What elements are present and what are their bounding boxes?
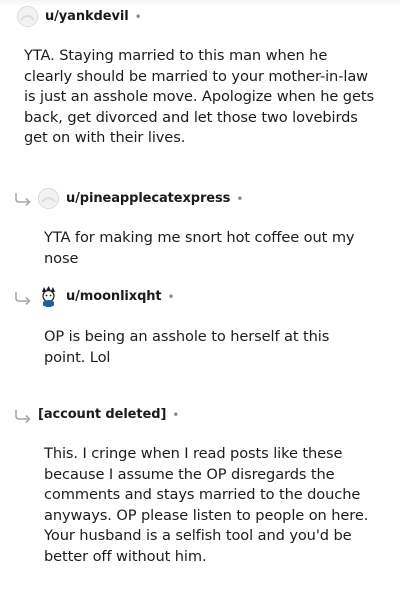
reply-arrow-icon [15,193,31,206]
comment-body: This. I cringe when I read posts like th… [44,445,369,565]
meta-separator: • [236,191,244,206]
comment-header: u/pineapplecatexpress • [38,188,243,209]
custom-avatar-icon[interactable] [38,286,59,307]
comment-username: [account deleted] [38,407,167,422]
comment-username[interactable]: u/moonlixqht [66,289,162,304]
reply-arrow-icon [15,292,31,305]
meta-separator: • [172,407,180,422]
default-avatar-icon[interactable] [17,6,38,27]
comment-body: YTA for making me snort hot coffee out m… [44,229,355,267]
comment-header: u/yankdevil • [17,6,142,27]
meta-separator: • [167,289,175,304]
comment-header: u/moonlixqht • [38,286,175,307]
default-avatar-icon[interactable] [38,188,59,209]
comment-username[interactable]: u/yankdevil [45,9,129,24]
comment-username[interactable]: u/pineapplecatexpress [66,191,230,206]
meta-separator: • [134,9,142,24]
reply-arrow-icon [15,410,31,423]
comment-header: [account deleted] • [38,407,179,422]
comment-body: OP is being an asshole to herself at thi… [44,328,330,366]
comment-body: YTA. Staying married to this man when he… [24,47,374,146]
